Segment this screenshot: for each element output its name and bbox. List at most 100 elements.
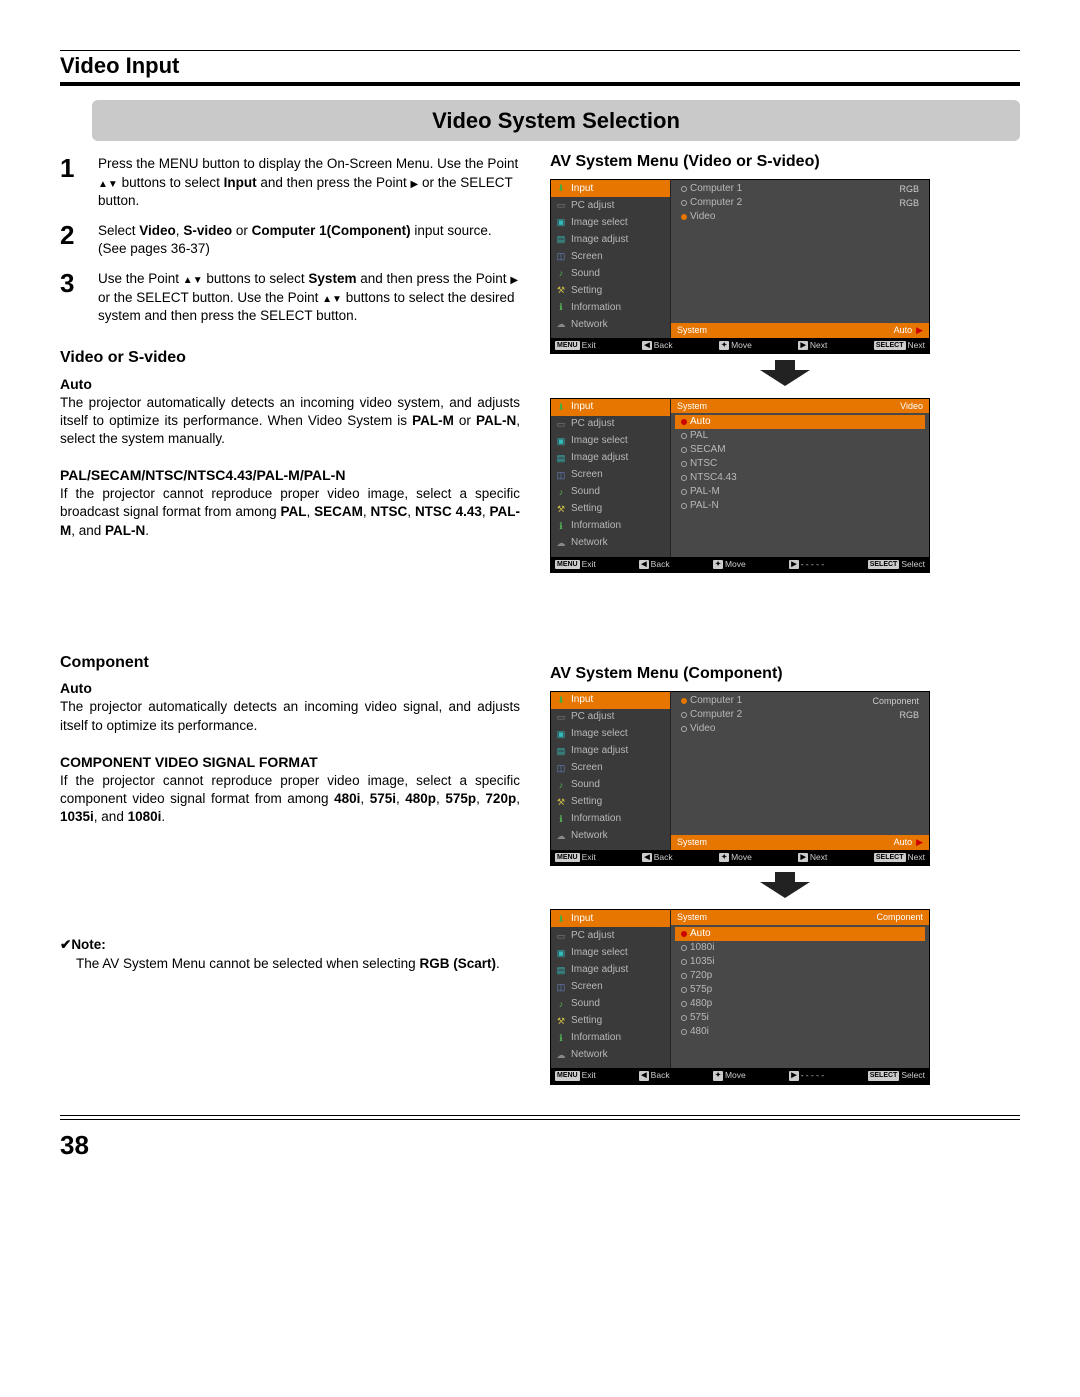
nav-hint: ✦Move bbox=[719, 852, 752, 863]
osd-menu-item[interactable]: ▤ Image adjust bbox=[551, 961, 670, 978]
pointer-icon: ▶ bbox=[916, 836, 923, 848]
menu-icon: ♪ bbox=[555, 998, 567, 1010]
osd-option[interactable]: Computer 1 RGB bbox=[675, 182, 925, 196]
step-2: 2 Select Video, S-video or Computer 1(Co… bbox=[60, 218, 520, 258]
menu-label: Sound bbox=[571, 485, 600, 499]
osd-option[interactable]: NTSC bbox=[675, 457, 925, 471]
osd-menu-item[interactable]: ⬇ Input ◀ bbox=[551, 910, 670, 927]
subheader-label: System bbox=[677, 400, 707, 412]
osd-menu-item[interactable]: ▭ PC adjust bbox=[551, 416, 670, 433]
osd-menu-item[interactable]: ⚒ Setting bbox=[551, 501, 670, 518]
osd-option[interactable]: Video bbox=[675, 210, 925, 224]
osd-nav-bar: MENUExit◀Back✦Move▶NextSELECTNext bbox=[551, 850, 929, 865]
radio-icon bbox=[681, 698, 687, 704]
osd-menu-item[interactable]: ⬇ Input ◀ bbox=[551, 399, 670, 416]
osd-menu-item[interactable]: ▤ Image adjust bbox=[551, 450, 670, 467]
osd-menu-item[interactable]: ☁ Network bbox=[551, 828, 670, 845]
osd-option[interactable]: 480p bbox=[675, 997, 925, 1011]
nav-hint: ✦Move bbox=[713, 559, 746, 570]
osd-screenshot: ⬇ Input ◀ ▭ PC adjust ▣ Image select ▤ I… bbox=[550, 691, 930, 866]
option-label: NTSC bbox=[690, 457, 717, 471]
osd-system-row[interactable]: System Auto▶ bbox=[671, 323, 929, 338]
menu-icon: ⬇ bbox=[555, 182, 567, 194]
osd-system-row[interactable]: System Auto▶ bbox=[671, 835, 929, 850]
osd-option[interactable]: Auto bbox=[675, 415, 925, 429]
osd-menu-item[interactable]: ℹ Information bbox=[551, 811, 670, 828]
osd-screenshot: ⬇ Input ◀ ▭ PC adjust ▣ Image select ▤ I… bbox=[550, 909, 930, 1084]
osd-menu-item[interactable]: ▤ Image adjust bbox=[551, 743, 670, 760]
paragraph: If the projector cannot reproduce proper… bbox=[60, 485, 520, 540]
step-text: Select Video, S-video or Computer 1(Comp… bbox=[98, 218, 520, 258]
osd-menu-item[interactable]: ⚒ Setting bbox=[551, 282, 670, 299]
osd-option[interactable]: Computer 2 RGB bbox=[675, 708, 925, 722]
osd-menu-item[interactable]: ▣ Image select bbox=[551, 726, 670, 743]
osd-option[interactable]: 575p bbox=[675, 983, 925, 997]
nav-hint: ◀Back bbox=[639, 1070, 669, 1081]
osd-menu-item[interactable]: ▣ Image select bbox=[551, 433, 670, 450]
osd-option[interactable]: Computer 1 Component bbox=[675, 694, 925, 708]
osd-menu-item[interactable]: ⬇ Input ◀ bbox=[551, 180, 670, 197]
osd-menu-item[interactable]: ⚒ Setting bbox=[551, 1012, 670, 1029]
osd-menu-item[interactable]: ♪ Sound bbox=[551, 484, 670, 501]
menu-label: Information bbox=[571, 812, 621, 826]
menu-label: Sound bbox=[571, 778, 600, 792]
menu-label: Sound bbox=[571, 997, 600, 1011]
system-value: Auto bbox=[894, 324, 913, 336]
osd-menu-item[interactable]: ⚒ Setting bbox=[551, 794, 670, 811]
menu-icon: ▭ bbox=[555, 418, 567, 430]
menu-icon: ℹ bbox=[555, 1032, 567, 1044]
osd-option[interactable]: 480i bbox=[675, 1025, 925, 1039]
osd-option[interactable]: PAL-N bbox=[675, 499, 925, 513]
osd-menu-item[interactable]: ☁ Network bbox=[551, 316, 670, 333]
radio-icon bbox=[681, 987, 687, 993]
osd-option[interactable]: PAL-M bbox=[675, 485, 925, 499]
osd-menu-item[interactable]: ☁ Network bbox=[551, 1046, 670, 1063]
osd-menu-item[interactable]: ℹ Information bbox=[551, 1029, 670, 1046]
system-label: System bbox=[677, 324, 707, 336]
osd-menu-item[interactable]: ℹ Information bbox=[551, 518, 670, 535]
osd-menu-item[interactable]: ▣ Image select bbox=[551, 214, 670, 231]
option-label: 1035i bbox=[690, 955, 714, 969]
osd-menu-item[interactable]: ◫ Screen bbox=[551, 978, 670, 995]
heading-component: Component bbox=[60, 652, 520, 674]
nav-hint: ◀Back bbox=[639, 559, 669, 570]
osd-option[interactable]: NTSC4.43 bbox=[675, 471, 925, 485]
up-icon bbox=[98, 175, 108, 190]
osd-menu-item[interactable]: ▤ Image adjust bbox=[551, 231, 670, 248]
osd-option[interactable]: 720p bbox=[675, 969, 925, 983]
osd-menu-item[interactable]: ♪ Sound bbox=[551, 995, 670, 1012]
option-label: Computer 1 bbox=[690, 694, 742, 708]
osd-menu-item[interactable]: ♪ Sound bbox=[551, 777, 670, 794]
osd-option[interactable]: Computer 2 RGB bbox=[675, 196, 925, 210]
osd-option[interactable]: Video bbox=[675, 722, 925, 736]
osd-option[interactable]: PAL bbox=[675, 429, 925, 443]
menu-icon: ▭ bbox=[555, 930, 567, 942]
menu-label: Sound bbox=[571, 267, 600, 281]
pointer-icon: ◀ bbox=[659, 401, 666, 411]
osd-menu-item[interactable]: ℹ Information bbox=[551, 299, 670, 316]
menu-icon: ☁ bbox=[555, 830, 567, 842]
osd-menu-item[interactable]: ☁ Network bbox=[551, 535, 670, 552]
osd-option[interactable]: 1080i bbox=[675, 941, 925, 955]
down-icon bbox=[332, 290, 342, 305]
osd-menu-item[interactable]: ▣ Image select bbox=[551, 944, 670, 961]
osd-option[interactable]: Auto bbox=[675, 927, 925, 941]
step-3: 3 Use the Point buttons to select System… bbox=[60, 266, 520, 325]
nav-hint: MENUExit bbox=[555, 559, 596, 570]
osd-menu-item[interactable]: ▭ PC adjust bbox=[551, 709, 670, 726]
osd-menu-item[interactable]: ◫ Screen bbox=[551, 467, 670, 484]
osd-menu-item[interactable]: ◫ Screen bbox=[551, 760, 670, 777]
osd-option[interactable]: 1035i bbox=[675, 955, 925, 969]
osd-menu-item[interactable]: ♪ Sound bbox=[551, 265, 670, 282]
menu-label: Image select bbox=[571, 434, 628, 448]
osd-menu-item[interactable]: ⬇ Input ◀ bbox=[551, 692, 670, 709]
osd-menu-item[interactable]: ▭ PC adjust bbox=[551, 197, 670, 214]
menu-icon: ◫ bbox=[555, 250, 567, 262]
menu-label: Image select bbox=[571, 946, 628, 960]
osd-menu-item[interactable]: ▭ PC adjust bbox=[551, 927, 670, 944]
menu-label: Setting bbox=[571, 1014, 602, 1028]
osd-menu-item[interactable]: ◫ Screen bbox=[551, 248, 670, 265]
osd-option[interactable]: 575i bbox=[675, 1011, 925, 1025]
option-label: PAL-M bbox=[690, 485, 720, 499]
osd-option[interactable]: SECAM bbox=[675, 443, 925, 457]
